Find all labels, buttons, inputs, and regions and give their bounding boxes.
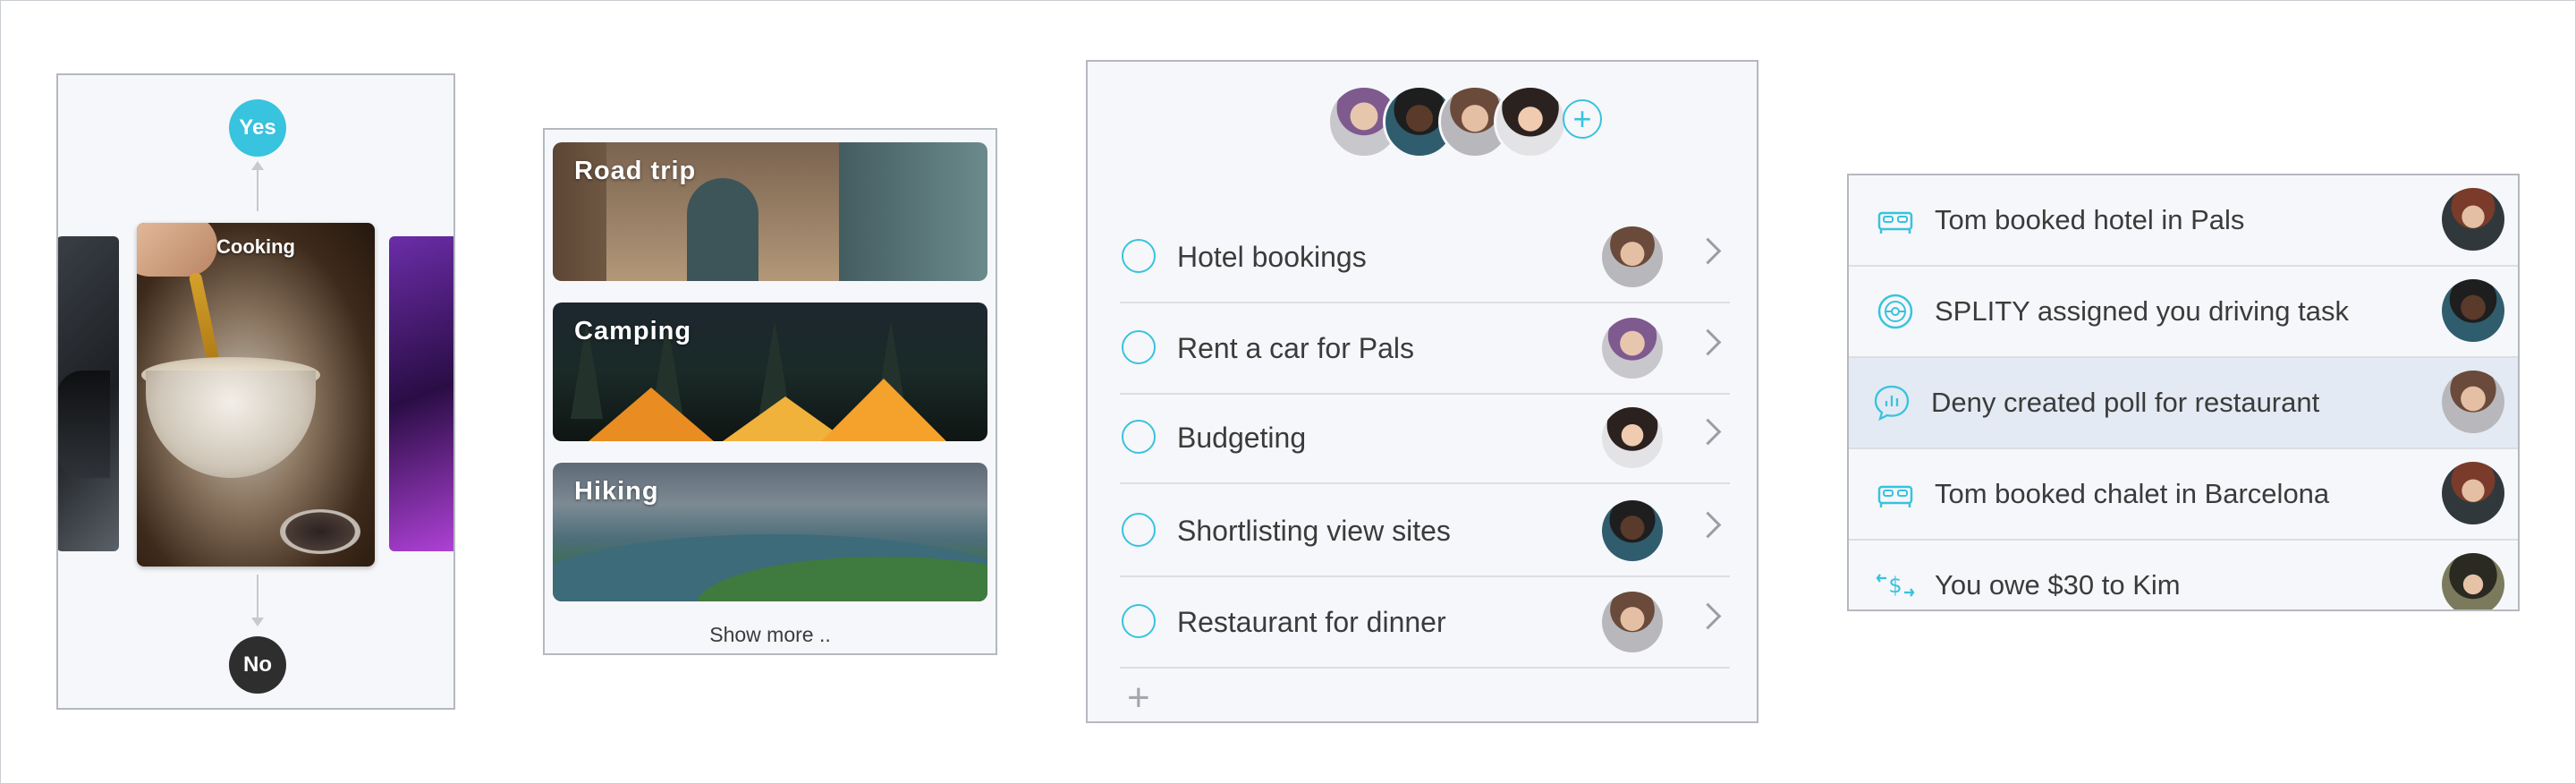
category-label: Camping (574, 317, 692, 345)
show-more-link[interactable]: Show more .. (545, 623, 996, 647)
avatar (1602, 318, 1663, 379)
avatar (2442, 553, 2504, 609)
avatar (2442, 462, 2504, 524)
arrow-down-line (257, 575, 258, 619)
arch-opening (687, 178, 758, 281)
next-card[interactable] (389, 236, 453, 551)
task-checkbox[interactable] (1122, 239, 1156, 273)
arrow-up-line (257, 166, 258, 211)
activity-label: Tom booked chalet in Barcelona (1935, 478, 2330, 509)
activity-row[interactable]: Tom booked chalet in Barcelona (1849, 449, 2518, 541)
current-card[interactable]: Cooking (137, 223, 375, 567)
activity-row[interactable]: Tom booked hotel in Pals (1849, 175, 2518, 267)
activity-row[interactable]: $ You owe $30 to Kim (1849, 541, 2518, 609)
activity-label: You owe $30 to Kim (1935, 569, 2181, 601)
category-label: Road trip (574, 157, 697, 185)
category-road-trip[interactable]: Road trip (553, 142, 987, 281)
avatar (1602, 407, 1663, 468)
pepper-bowl-image (280, 509, 360, 554)
task-label: Shortlisting view sites (1177, 515, 1451, 547)
activity-row[interactable]: SPLITY assigned you driving task (1849, 267, 2518, 358)
avatar (1602, 226, 1663, 287)
categories-panel: Road trip Camping Hiking Show more .. (543, 128, 997, 655)
chevron-right-icon[interactable] (1694, 418, 1722, 446)
steering-wheel-icon (1877, 294, 1913, 329)
member-avatars (1327, 85, 1567, 158)
task-label: Budgeting (1177, 422, 1307, 454)
bowl-image (146, 371, 316, 478)
task-list-panel: + Hotel bookings Rent a car for Pals Bud… (1086, 60, 1758, 723)
card-title: Cooking (216, 235, 295, 258)
add-member-button[interactable]: + (1563, 99, 1602, 139)
car-image (58, 371, 110, 478)
arrow-down-icon (251, 618, 264, 626)
task-row[interactable]: Rent a car for Pals (1120, 303, 1730, 395)
tent-image (589, 388, 714, 441)
task-row[interactable]: Shortlisting view sites (1120, 485, 1730, 577)
add-task-button[interactable]: + (1127, 678, 1150, 718)
bed-icon (1877, 485, 1913, 507)
task-label: Hotel bookings (1177, 241, 1367, 273)
task-row[interactable]: Restaurant for dinner (1120, 576, 1730, 669)
category-camping[interactable]: Camping (553, 303, 987, 441)
chevron-right-icon[interactable] (1694, 328, 1722, 356)
category-hiking[interactable]: Hiking (553, 463, 987, 601)
avatar (1602, 500, 1663, 561)
svg-text:$: $ (1888, 573, 1902, 598)
avatar (2442, 188, 2504, 251)
task-label: Rent a car for Pals (1177, 332, 1414, 364)
task-row[interactable]: Budgeting (1120, 392, 1730, 484)
swipe-decision-panel: Yes Cooking No (56, 73, 455, 710)
no-button[interactable]: No (229, 636, 286, 694)
avatar[interactable] (1494, 85, 1567, 158)
task-label: Restaurant for dinner (1177, 606, 1446, 638)
activity-row[interactable]: Deny created poll for restaurant (1849, 358, 2518, 449)
task-row[interactable]: Hotel bookings (1120, 211, 1730, 303)
avatar (2442, 371, 2504, 433)
money-transfer-icon: $ (1876, 573, 1915, 598)
activity-label: Tom booked hotel in Pals (1935, 204, 2245, 235)
bed-icon (1877, 211, 1913, 234)
task-checkbox[interactable] (1122, 604, 1156, 638)
yes-button[interactable]: Yes (229, 99, 286, 157)
tent-image (821, 379, 946, 441)
poll-chat-icon (1874, 385, 1910, 422)
previous-card[interactable] (58, 236, 119, 551)
chevron-right-icon[interactable] (1694, 237, 1722, 265)
task-checkbox[interactable] (1122, 420, 1156, 454)
avatar (1602, 592, 1663, 652)
avatar (2442, 279, 2504, 342)
category-label: Hiking (574, 477, 659, 506)
activity-label: Deny created poll for restaurant (1931, 387, 2320, 418)
activity-label: SPLITY assigned you driving task (1935, 295, 2349, 327)
chevron-right-icon[interactable] (1694, 602, 1722, 630)
task-checkbox[interactable] (1122, 330, 1156, 364)
chevron-right-icon[interactable] (1694, 511, 1722, 539)
activity-feed-panel: Tom booked hotel in Pals SPLITY assigned… (1847, 174, 2520, 611)
task-checkbox[interactable] (1122, 513, 1156, 547)
